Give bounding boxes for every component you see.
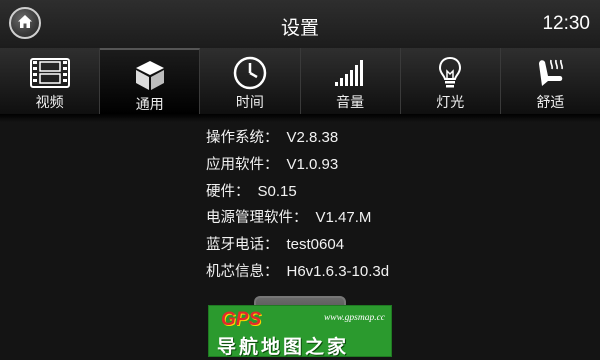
cube-icon: [134, 58, 166, 92]
info-label: 电源管理软件：: [206, 210, 308, 227]
title-bar: 设置 12:30: [0, 0, 600, 49]
info-label: 蓝牙电话：: [206, 237, 279, 254]
tab-lighting-label: 灯光: [436, 95, 465, 111]
tab-comfort-label: 舒适: [536, 95, 565, 111]
lightbulb-icon: [438, 56, 462, 90]
watermark-text: 导航地图之家: [217, 336, 350, 358]
info-row-app-software: 应用软件： V1.0.93: [206, 152, 389, 179]
info-label: 操作系统：: [206, 130, 279, 146]
system-info-list: 操作系统： V2.8.38 应用软件： V1.0.93 硬件： S0.15 电源管理软…: [206, 125, 389, 286]
settings-tab-bar: 视频 通用 时间 音量 灯光 舒适: [0, 48, 600, 114]
info-value: V2.8.38: [286, 129, 339, 146]
page-title: 设置: [280, 17, 319, 39]
info-label: 机芯信息：: [206, 263, 279, 280]
tab-time[interactable]: 时间: [200, 48, 301, 114]
info-row-os: 操作系统： V2.8.38: [206, 125, 389, 152]
info-label: 硬件：: [206, 183, 250, 200]
tab-time-label: 时间: [235, 95, 264, 111]
info-value: test0604: [286, 236, 345, 254]
info-row-hardware: 硬件： S0.15: [206, 179, 389, 206]
watermark-url: www.gpsmap.cc: [323, 313, 385, 323]
watermark-gps-logo: GPS: [221, 309, 262, 330]
tab-volume[interactable]: 音量: [300, 48, 401, 114]
tab-general-label: 通用: [135, 97, 164, 113]
info-value: V1.47.M: [315, 209, 372, 227]
watermark-logo: GPS www.gpsmap.cc 导航地图之家: [208, 305, 392, 358]
tab-comfort[interactable]: 舒适: [500, 48, 600, 114]
clock-icon: [233, 56, 267, 90]
info-label: 应用软件：: [206, 156, 279, 173]
info-row-core-info: 机芯信息： H6v1.6.3-10.3d: [206, 259, 389, 286]
volume-bars-icon: [334, 56, 366, 90]
tab-video[interactable]: 视频: [0, 48, 101, 114]
info-value: V1.0.93: [286, 155, 339, 173]
tab-bar-shadow: [0, 114, 600, 122]
clock-display: 12:30: [542, 13, 590, 34]
tab-volume-label: 音量: [336, 95, 365, 111]
info-value: S0.15: [257, 182, 297, 200]
tab-general[interactable]: 通用: [100, 48, 201, 114]
info-row-power-management: 电源管理软件： V1.47.M: [206, 205, 389, 232]
seat-icon: [534, 56, 566, 90]
tab-video-label: 视频: [35, 95, 64, 111]
film-icon: [29, 56, 70, 90]
info-row-bluetooth-phone: 蓝牙电话： test0604: [206, 232, 389, 259]
info-value: H6v1.6.3-10.3d: [286, 262, 390, 280]
tab-lighting[interactable]: 灯光: [400, 48, 501, 114]
